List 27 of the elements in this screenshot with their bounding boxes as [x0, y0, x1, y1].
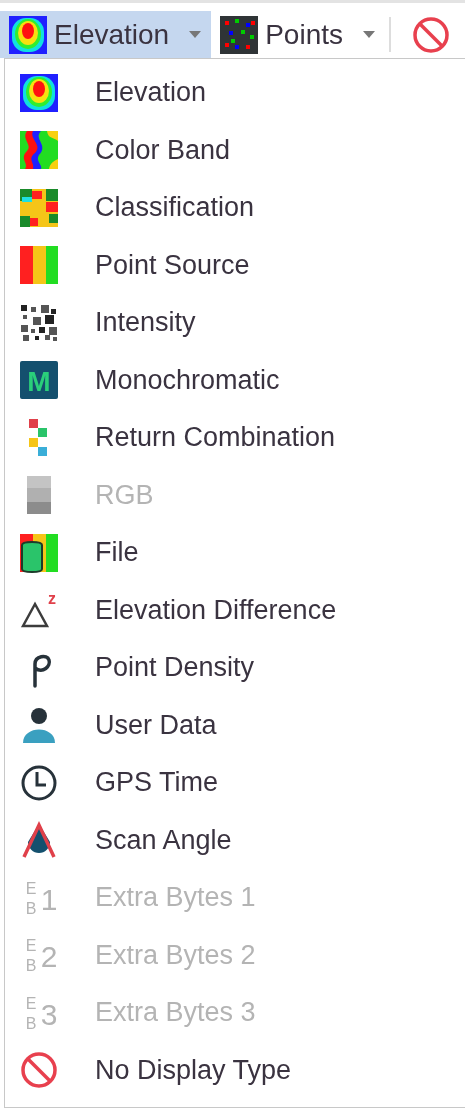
points-icon	[219, 14, 260, 55]
color-band-icon	[19, 130, 59, 171]
monochrome-m-icon: M	[19, 360, 59, 401]
menu-item[interactable]: Scan Angle	[5, 811, 465, 869]
intensity-icon	[19, 302, 59, 343]
menu-item[interactable]: User Data	[5, 696, 465, 754]
no-symbol-icon	[411, 14, 451, 55]
menu-item[interactable]: Elevation	[5, 64, 465, 122]
menu-item[interactable]: File	[5, 524, 465, 582]
menu-item[interactable]: M Monochromatic	[5, 351, 465, 409]
classification-icon	[19, 187, 59, 228]
menu-item[interactable]: Point Density	[5, 639, 465, 697]
elevation-map-icon	[19, 72, 59, 113]
display-type-button[interactable]: Points	[211, 11, 385, 58]
menu-item[interactable]: No Display Type	[5, 1041, 465, 1099]
menu-item[interactable]: Color Band	[5, 121, 465, 179]
no-symbol-icon	[19, 1050, 59, 1091]
menu-item[interactable]: Intensity	[5, 294, 465, 352]
elevation-map-icon	[8, 14, 48, 55]
point-source-icon	[19, 245, 59, 286]
menu-item[interactable]: Point Source	[5, 236, 465, 294]
menu-item[interactable]: z Elevation Difference	[5, 581, 465, 639]
menu-item[interactable]: Return Combination	[5, 409, 465, 467]
display-type-button[interactable]: Elevation	[0, 11, 212, 58]
menu-item[interactable]: Classification	[5, 179, 465, 237]
menu-item[interactable]: GPS Time	[5, 754, 465, 812]
file-cylinder-icon	[19, 532, 59, 573]
